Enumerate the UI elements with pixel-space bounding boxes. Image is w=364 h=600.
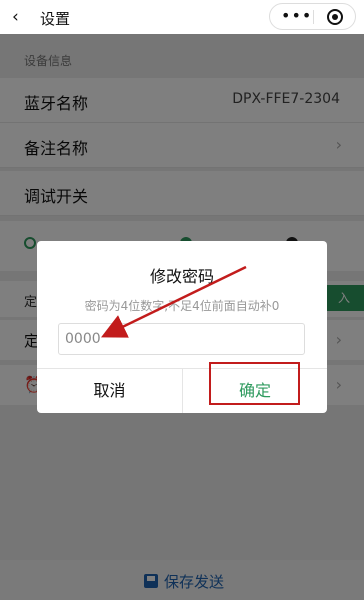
annotation-arrow	[101, 265, 247, 338]
